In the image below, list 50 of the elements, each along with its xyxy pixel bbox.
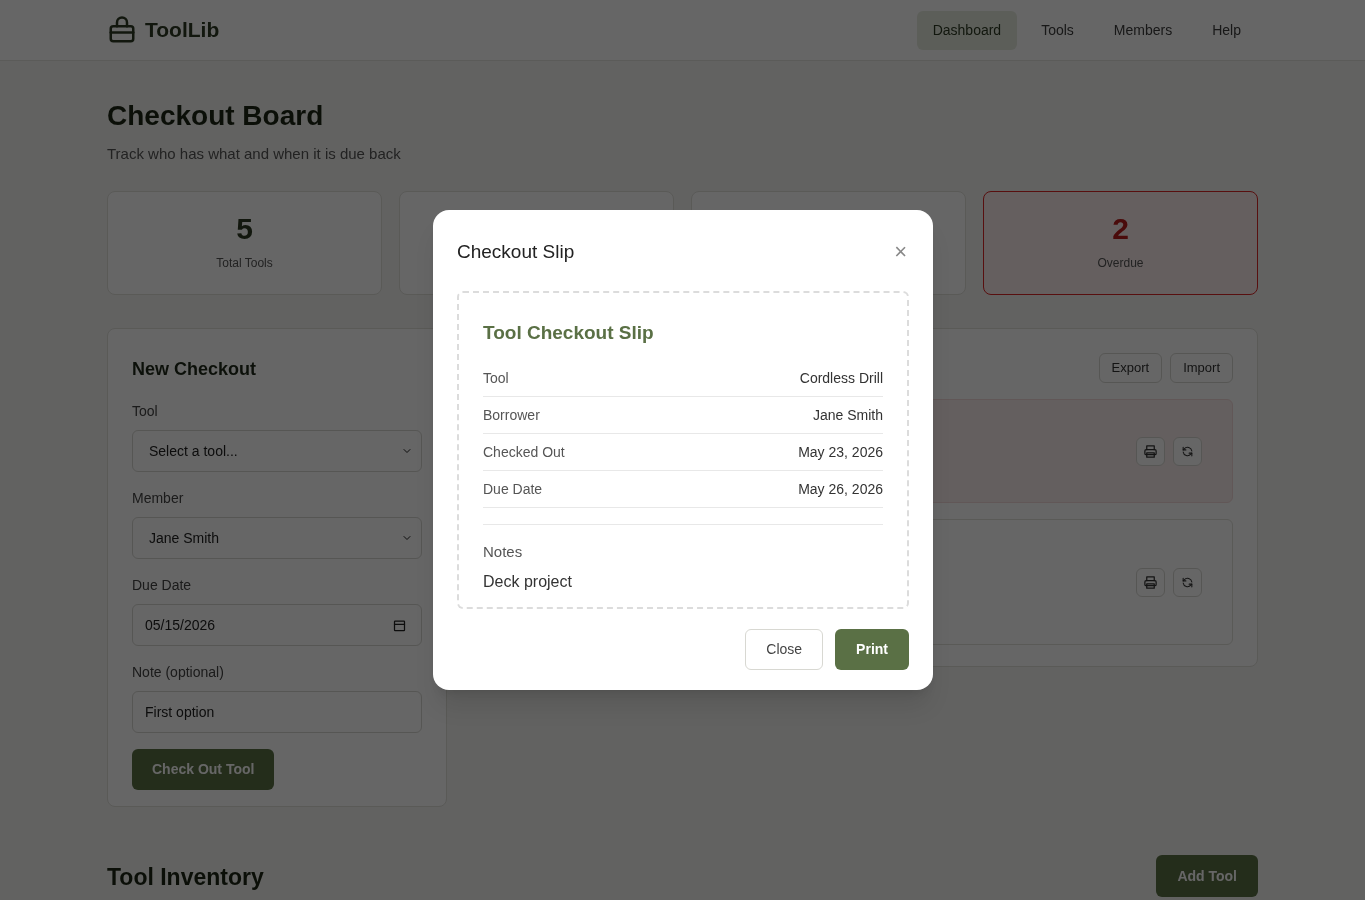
nav-link[interactable]: Members bbox=[1097, 10, 1189, 50]
field-label: Member bbox=[132, 489, 185, 509]
slip-value: May 23, 2026 bbox=[798, 442, 883, 462]
renew-button[interactable] bbox=[1173, 567, 1202, 597]
slip-heading: Tool Checkout Slip bbox=[483, 320, 655, 345]
date-field[interactable]: 05/15/2026 bbox=[132, 604, 422, 647]
slip-value: May 26, 2026 bbox=[798, 479, 883, 499]
nav-link[interactable]: Tools bbox=[1025, 10, 1090, 50]
nav-link[interactable]: Dashboard bbox=[916, 10, 1018, 50]
field-label: Due Date bbox=[132, 576, 193, 596]
toolbar-button[interactable]: Import bbox=[1170, 353, 1233, 384]
select-field[interactable]: Select a tool... bbox=[132, 430, 422, 473]
form-title: New Checkout bbox=[132, 358, 258, 382]
modal-title: Checkout Slip bbox=[457, 240, 575, 264]
stat-value: 2 bbox=[1112, 214, 1129, 245]
toolbox-icon bbox=[107, 15, 137, 45]
print-button[interactable] bbox=[1136, 567, 1165, 597]
stat-label: Overdue bbox=[1097, 255, 1144, 273]
slip-label: Tool bbox=[483, 368, 509, 388]
brand-name: ToolLib bbox=[145, 17, 220, 44]
nav-link[interactable]: Help bbox=[1196, 10, 1257, 50]
page-subtitle: Track who has what and when it is due back bbox=[107, 143, 402, 164]
slip-label: Checked Out bbox=[483, 442, 565, 462]
refresh-icon bbox=[1181, 444, 1194, 458]
notes-text: Deck project bbox=[483, 571, 573, 592]
add-tool-button[interactable]: Add Tool bbox=[1156, 855, 1258, 898]
slip-label: Borrower bbox=[483, 405, 540, 425]
close-button[interactable]: × bbox=[894, 241, 907, 264]
stat-value: 5 bbox=[236, 214, 253, 245]
refresh-icon bbox=[1181, 575, 1194, 589]
submit-button[interactable]: Check Out Tool bbox=[132, 749, 275, 791]
printer-icon bbox=[1143, 574, 1158, 590]
select-field[interactable]: Jane Smith bbox=[132, 517, 422, 560]
renew-button[interactable] bbox=[1173, 436, 1202, 466]
slip-value: Jane Smith bbox=[812, 405, 883, 425]
toolbar-button[interactable]: Export bbox=[1098, 353, 1163, 384]
slip-label: Due Date bbox=[483, 479, 543, 499]
stat-label: Total Tools bbox=[216, 255, 273, 273]
printer-icon bbox=[1143, 443, 1158, 459]
calendar-icon bbox=[392, 617, 407, 633]
slip-value: Cordless Drill bbox=[799, 368, 883, 388]
close-button[interactable]: Close bbox=[745, 628, 824, 670]
print-button[interactable] bbox=[1136, 436, 1165, 466]
notes-label: Notes bbox=[483, 542, 524, 562]
field-label: Note (optional) bbox=[132, 663, 225, 683]
input-field[interactable]: First option bbox=[132, 691, 422, 734]
section-title: Tool Inventory bbox=[107, 862, 264, 892]
page-title: Checkout Board bbox=[107, 99, 325, 133]
field-label: Tool bbox=[132, 402, 159, 422]
print-button[interactable]: Print bbox=[835, 628, 909, 670]
